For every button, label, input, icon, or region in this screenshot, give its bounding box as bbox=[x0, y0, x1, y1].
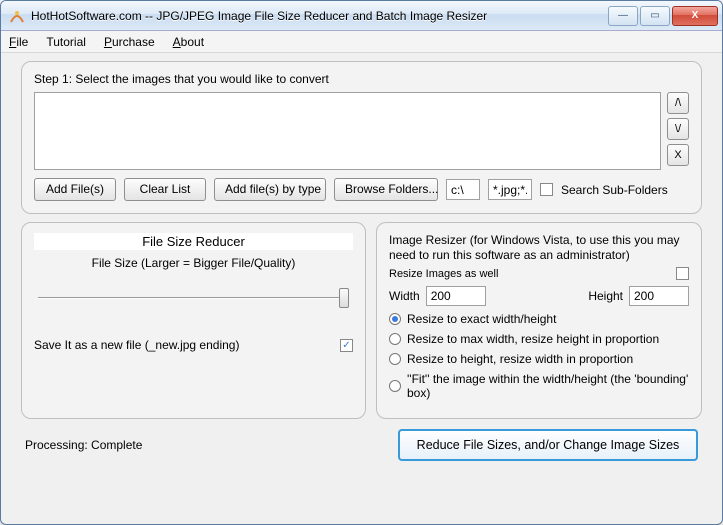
app-icon bbox=[9, 8, 25, 24]
move-up-button[interactable]: /\ bbox=[667, 92, 689, 114]
resizer-note: Image Resizer (for Windows Vista, to use… bbox=[389, 233, 689, 263]
radio-fit-label: ''Fit'' the image within the width/heigh… bbox=[407, 372, 689, 400]
width-label: Width bbox=[389, 289, 420, 303]
go-button[interactable]: Reduce File Sizes, and/or Change Image S… bbox=[398, 429, 698, 461]
folder-input[interactable] bbox=[446, 179, 480, 200]
menu-about[interactable]: About bbox=[173, 35, 204, 49]
search-subfolders-label: Search Sub-Folders bbox=[561, 183, 668, 197]
resize-also-label: Resize Images as well bbox=[389, 268, 498, 280]
client-area: Step 1: Select the images that you would… bbox=[1, 53, 722, 524]
save-new-label: Save It as a new file (_new.jpg ending) bbox=[34, 338, 239, 352]
close-button[interactable]: X bbox=[672, 6, 718, 26]
quality-slider[interactable] bbox=[38, 288, 349, 308]
maximize-button[interactable]: ▭ bbox=[640, 6, 670, 26]
radio-maxwidth-label: Resize to max width, resize height in pr… bbox=[407, 332, 659, 346]
browse-folders-button[interactable]: Browse Folders... bbox=[334, 178, 438, 201]
radio-maxwidth[interactable] bbox=[389, 333, 401, 345]
radio-height-label: Resize to height, resize width in propor… bbox=[407, 352, 633, 366]
move-down-button[interactable]: \/ bbox=[667, 118, 689, 140]
menu-tutorial[interactable]: Tutorial bbox=[46, 35, 86, 49]
reducer-subtitle: File Size (Larger = Bigger File/Quality) bbox=[34, 256, 353, 270]
resizer-group: Image Resizer (for Windows Vista, to use… bbox=[376, 222, 702, 419]
list-side-buttons: /\ \/ X bbox=[667, 92, 689, 170]
app-window: HotHotSoftware.com -- JPG/JPEG Image Fil… bbox=[0, 0, 723, 525]
menu-purchase[interactable]: Purchase bbox=[104, 35, 155, 49]
menu-file[interactable]: File bbox=[9, 35, 28, 49]
clear-list-button[interactable]: Clear List bbox=[124, 178, 206, 201]
status-text: Processing: Complete bbox=[25, 438, 142, 452]
remove-item-button[interactable]: X bbox=[667, 144, 689, 166]
filter-input[interactable] bbox=[488, 179, 532, 200]
reducer-group: File Size Reducer File Size (Larger = Bi… bbox=[21, 222, 366, 419]
radio-exact[interactable] bbox=[389, 313, 401, 325]
window-controls: — ▭ X bbox=[608, 6, 718, 26]
reducer-title: File Size Reducer bbox=[34, 233, 353, 250]
step1-group: Step 1: Select the images that you would… bbox=[21, 61, 702, 214]
add-by-type-button[interactable]: Add file(s) by type bbox=[214, 178, 326, 201]
step1-label: Step 1: Select the images that you would… bbox=[34, 72, 689, 86]
titlebar[interactable]: HotHotSoftware.com -- JPG/JPEG Image Fil… bbox=[1, 1, 722, 31]
search-subfolders-checkbox[interactable] bbox=[540, 183, 553, 196]
width-input[interactable] bbox=[426, 286, 486, 306]
height-label: Height bbox=[588, 289, 623, 303]
window-title: HotHotSoftware.com -- JPG/JPEG Image Fil… bbox=[31, 9, 608, 23]
radio-exact-label: Resize to exact width/height bbox=[407, 312, 556, 326]
add-files-button[interactable]: Add File(s) bbox=[34, 178, 116, 201]
radio-height[interactable] bbox=[389, 353, 401, 365]
height-input[interactable] bbox=[629, 286, 689, 306]
resize-also-checkbox[interactable] bbox=[676, 267, 689, 280]
menu-bar: File Tutorial Purchase About bbox=[1, 31, 722, 53]
minimize-button[interactable]: — bbox=[608, 6, 638, 26]
file-list[interactable] bbox=[34, 92, 661, 170]
save-new-checkbox[interactable]: ✓ bbox=[340, 339, 353, 352]
footer: Processing: Complete Reduce File Sizes, … bbox=[21, 427, 702, 461]
radio-fit[interactable] bbox=[389, 380, 401, 392]
